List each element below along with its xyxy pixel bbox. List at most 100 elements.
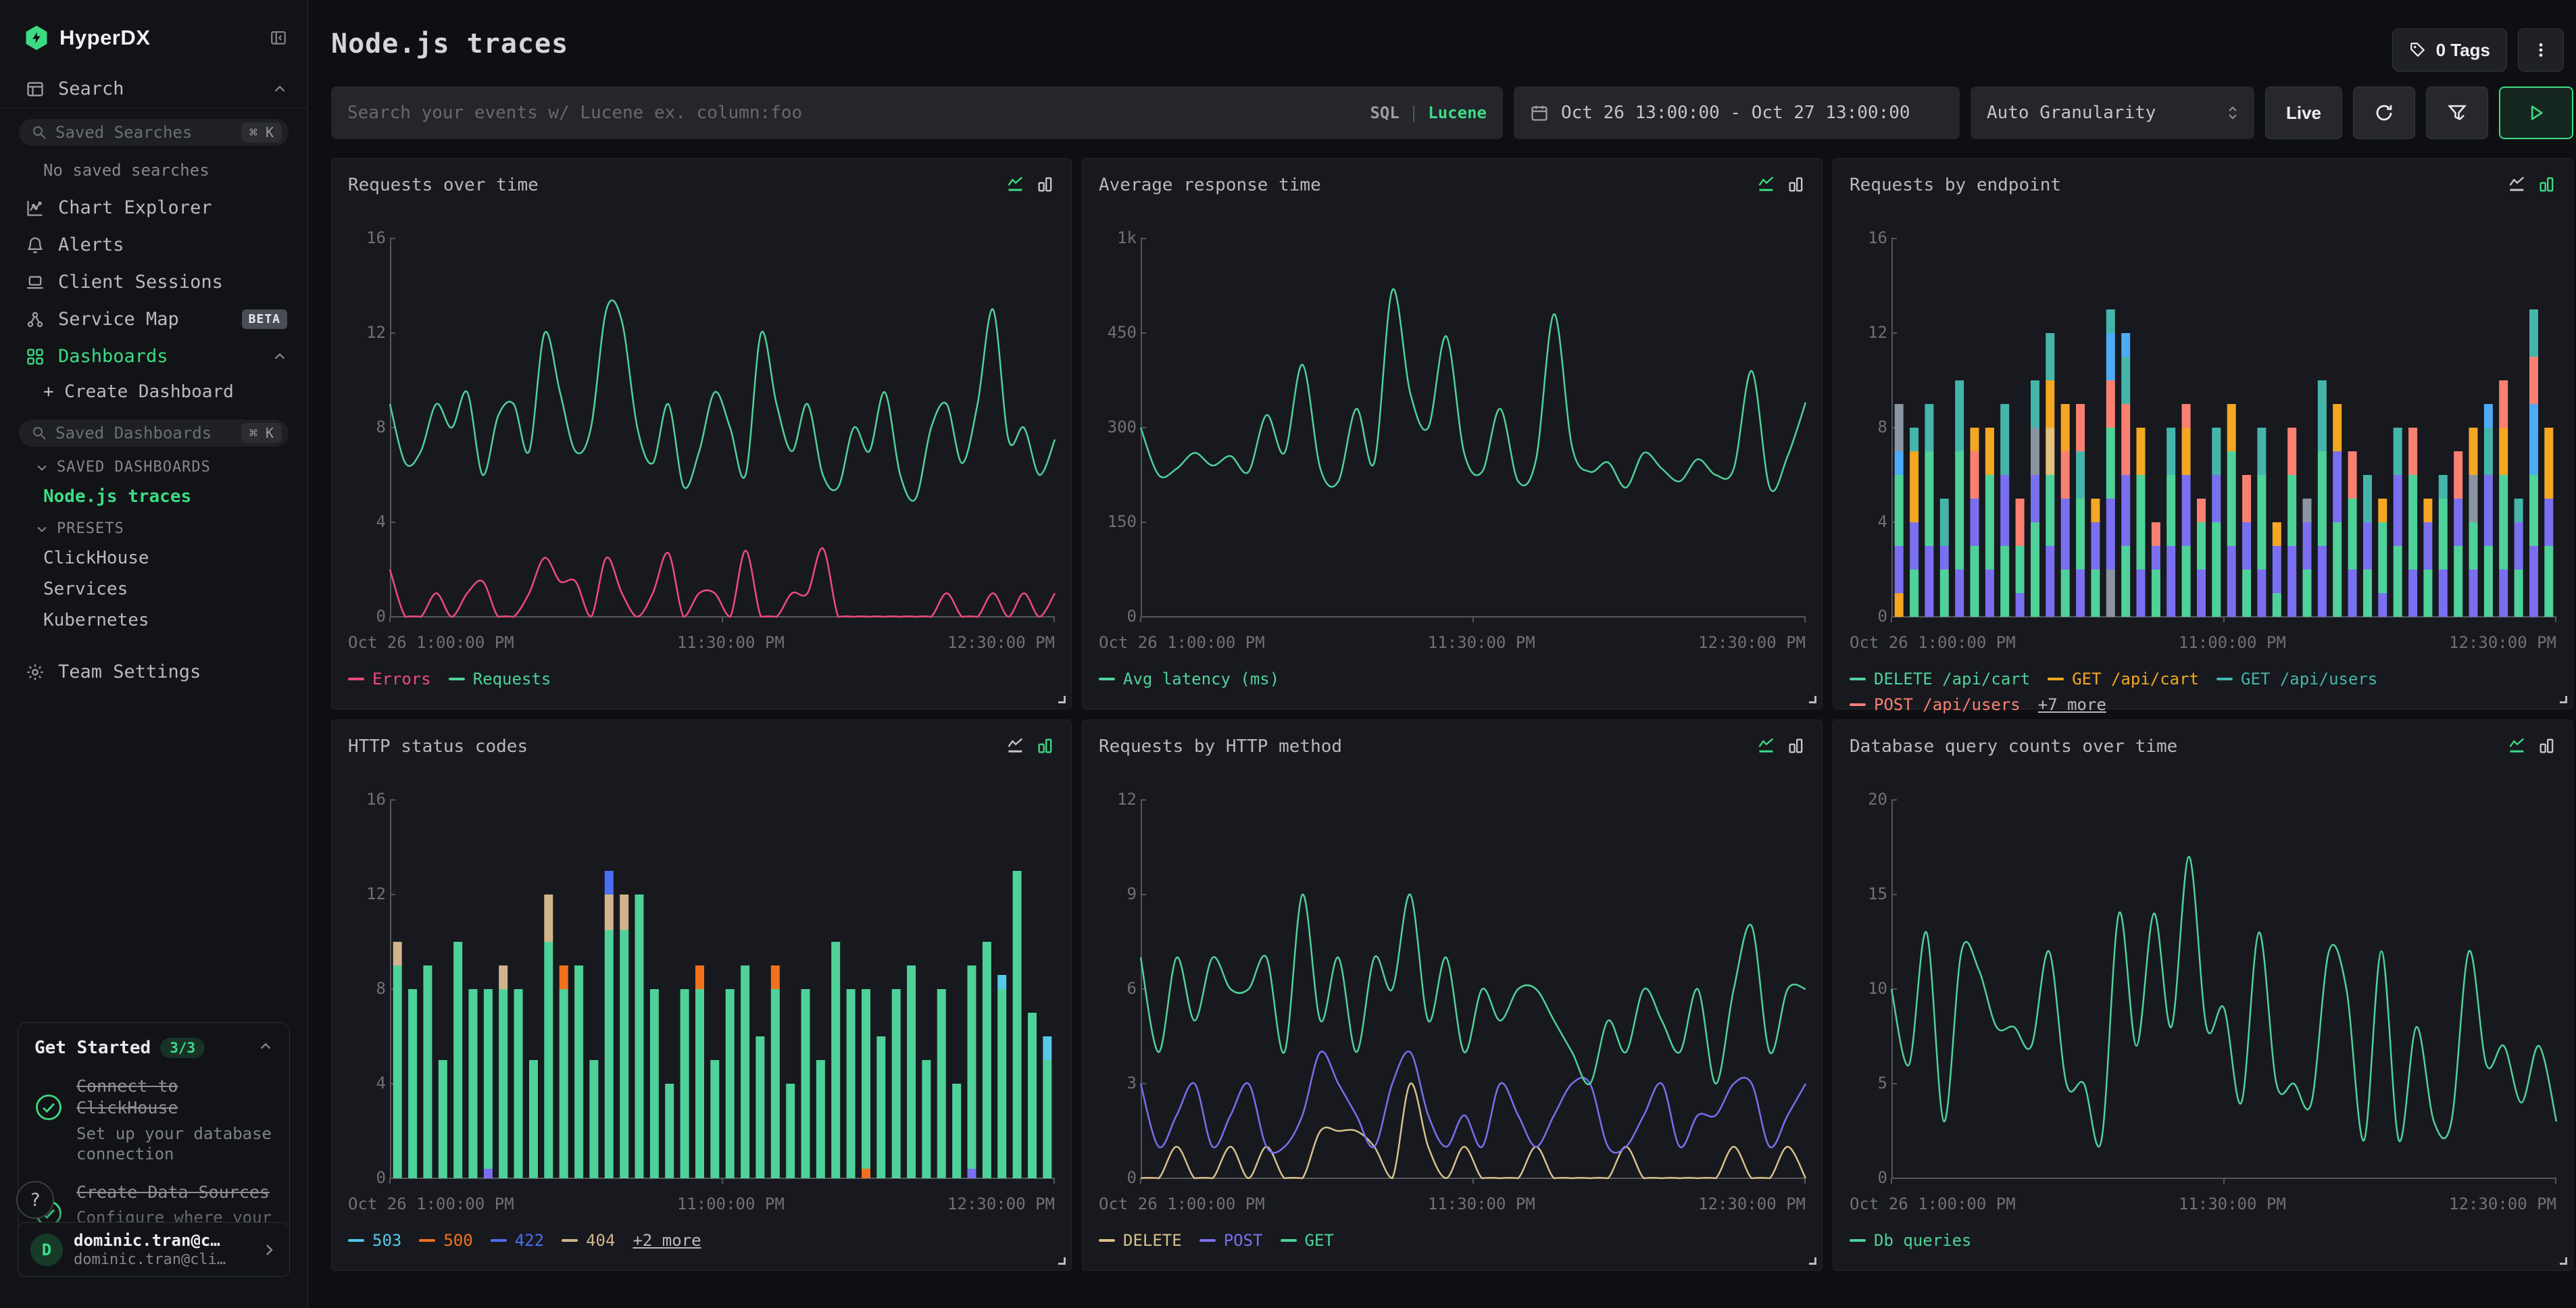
- bar-view-icon[interactable]: [2537, 736, 2556, 755]
- logo-row: HyperDX: [0, 0, 307, 70]
- shortcut-badge: ⌘ K: [241, 423, 282, 443]
- preset-item-kubernetes[interactable]: Kubernetes: [0, 605, 307, 636]
- sidebar-collapse-icon[interactable]: [270, 29, 287, 47]
- sidebar-divider: [0, 107, 307, 108]
- chart-plot[interactable]: [1891, 800, 2556, 1185]
- bar-view-icon[interactable]: [1787, 736, 1806, 755]
- legend-more-link[interactable]: +2 more: [633, 1231, 701, 1250]
- legend-item[interactable]: Errors: [348, 670, 431, 688]
- bell-icon: [26, 236, 45, 255]
- event-search-input[interactable]: Search your events w/ Lucene ex. column:…: [331, 86, 1503, 139]
- sidebar-item-alerts[interactable]: Alerts: [0, 226, 307, 263]
- user-name: dominic.tran@c…: [74, 1231, 250, 1250]
- legend-item[interactable]: POST /api/users: [1850, 695, 2021, 714]
- chart-title: HTTP status codes: [348, 736, 528, 757]
- line-view-icon[interactable]: [1757, 736, 1776, 755]
- live-button[interactable]: Live: [2265, 86, 2342, 139]
- legend-swatch: [1850, 1239, 1866, 1242]
- help-button[interactable]: ?: [16, 1181, 54, 1219]
- sidebar-item-dashboards[interactable]: Dashboards: [0, 338, 307, 375]
- chart-title: Database query counts over time: [1850, 736, 2177, 757]
- chart-legend: Errors Requests: [348, 670, 1055, 688]
- chevron-up-icon[interactable]: [258, 1039, 273, 1057]
- saved-dashboards-input[interactable]: Saved Dashboards ⌘ K: [19, 420, 289, 447]
- legend-item[interactable]: GET /api/users: [2216, 670, 2377, 688]
- line-view-icon[interactable]: [2508, 175, 2527, 194]
- chart-view-toggle: [2508, 736, 2556, 755]
- line-view-icon[interactable]: [1006, 736, 1025, 755]
- dashboard-item-nodejs-traces[interactable]: Node.js traces: [0, 481, 307, 512]
- preset-item-clickhouse[interactable]: ClickHouse: [0, 543, 307, 574]
- legend-swatch: [491, 1239, 507, 1242]
- toolbar: Search your events w/ Lucene ex. column:…: [331, 86, 2573, 139]
- legend-item[interactable]: 503: [348, 1231, 401, 1250]
- mode-lucene-toggle[interactable]: Lucene: [1428, 103, 1487, 122]
- legend-label: GET /api/users: [2241, 670, 2377, 688]
- run-query-button[interactable]: [2499, 86, 2573, 139]
- more-menu-button[interactable]: [2518, 28, 2564, 72]
- panel-resize-handle[interactable]: [1809, 696, 1816, 703]
- section-label: PRESETS: [57, 520, 124, 537]
- mode-sql-toggle[interactable]: SQL: [1370, 103, 1399, 122]
- x-tick-left: Oct 26 1:00:00 PM: [348, 1194, 514, 1213]
- legend-item[interactable]: 404: [562, 1231, 615, 1250]
- sidebar-item-team-settings[interactable]: Team Settings: [0, 653, 307, 690]
- legend-item[interactable]: DELETE /api/cart: [1850, 670, 2030, 688]
- legend-swatch: [1099, 1239, 1115, 1242]
- create-dashboard-button[interactable]: + Create Dashboard: [0, 375, 307, 409]
- hyperdx-logo-icon: [24, 26, 49, 50]
- get-started-item[interactable]: Connect to ClickHouse Set up your databa…: [34, 1076, 273, 1164]
- legend-item[interactable]: DELETE: [1099, 1231, 1182, 1250]
- legend-item[interactable]: 422: [491, 1231, 544, 1250]
- saved-searches-input[interactable]: Saved Searches ⌘ K: [19, 119, 289, 146]
- chevron-up-icon: [272, 349, 287, 364]
- sidebar-item-chart-explorer[interactable]: Chart Explorer: [0, 189, 307, 226]
- date-range-picker[interactable]: Oct 26 13:00:00 - Oct 27 13:00:00: [1514, 86, 1960, 139]
- refresh-button[interactable]: [2353, 86, 2415, 139]
- chart-plot[interactable]: [390, 800, 1055, 1185]
- legend-item[interactable]: 500: [419, 1231, 472, 1250]
- chart-plot[interactable]: [1141, 238, 1806, 624]
- panel-resize-handle[interactable]: [2560, 696, 2567, 703]
- bar-view-icon[interactable]: [1036, 175, 1055, 194]
- sidebar-item-search[interactable]: Search: [0, 70, 307, 107]
- line-view-icon[interactable]: [1006, 175, 1025, 194]
- chart-plot[interactable]: [1141, 800, 1806, 1185]
- sidebar-item-client-sessions[interactable]: Client Sessions: [0, 263, 307, 301]
- legend-more-link[interactable]: +7 more: [2038, 695, 2106, 714]
- y-axis-labels: 0481216: [348, 800, 390, 1178]
- panel-resize-handle[interactable]: [2560, 1257, 2567, 1265]
- legend-item[interactable]: GET: [1281, 1231, 1334, 1250]
- granularity-select[interactable]: Auto Granularity: [1971, 86, 2254, 139]
- legend-item[interactable]: GET /api/cart: [2048, 670, 2199, 688]
- panel-resize-handle[interactable]: [1058, 1257, 1066, 1265]
- preset-item-services[interactable]: Services: [0, 574, 307, 605]
- sidebar-item-label: Alerts: [58, 234, 287, 255]
- legend-item[interactable]: Avg latency (ms): [1099, 670, 1279, 688]
- legend-item[interactable]: Requests: [449, 670, 551, 688]
- chart-plot[interactable]: [1891, 238, 2556, 624]
- panel-resize-handle[interactable]: [1809, 1257, 1816, 1265]
- legend-item[interactable]: Db queries: [1850, 1231, 1972, 1250]
- tags-button[interactable]: 0 Tags: [2392, 28, 2507, 72]
- chart-plot[interactable]: [390, 238, 1055, 624]
- presets-section-toggle[interactable]: PRESETS: [0, 512, 307, 543]
- x-tick-center: 11:30:00 PM: [1265, 1194, 1698, 1213]
- legend-swatch: [419, 1239, 435, 1242]
- legend-item[interactable]: POST: [1199, 1231, 1263, 1250]
- x-axis-labels: Oct 26 1:00:00 PM 11:30:00 PM 12:30:00 P…: [348, 633, 1055, 652]
- bar-view-icon[interactable]: [2537, 175, 2556, 194]
- saved-dashboards-section-toggle[interactable]: SAVED DASHBOARDS: [0, 451, 307, 481]
- line-view-icon[interactable]: [1757, 175, 1776, 194]
- x-tick-left: Oct 26 1:00:00 PM: [1099, 1194, 1265, 1213]
- sidebar-item-service-map[interactable]: Service Map BETA: [0, 301, 307, 338]
- bar-view-icon[interactable]: [1787, 175, 1806, 194]
- legend-label: 422: [515, 1231, 544, 1250]
- filter-button[interactable]: [2426, 86, 2488, 139]
- line-view-icon[interactable]: [2508, 736, 2527, 755]
- chart-view-toggle: [1757, 175, 1806, 194]
- panel-resize-handle[interactable]: [1058, 696, 1066, 703]
- bar-view-icon[interactable]: [1036, 736, 1055, 755]
- user-account-button[interactable]: D dominic.tran@c… dominic.tran@cli…: [18, 1222, 290, 1277]
- y-axis-labels: 0481216: [1850, 238, 1891, 617]
